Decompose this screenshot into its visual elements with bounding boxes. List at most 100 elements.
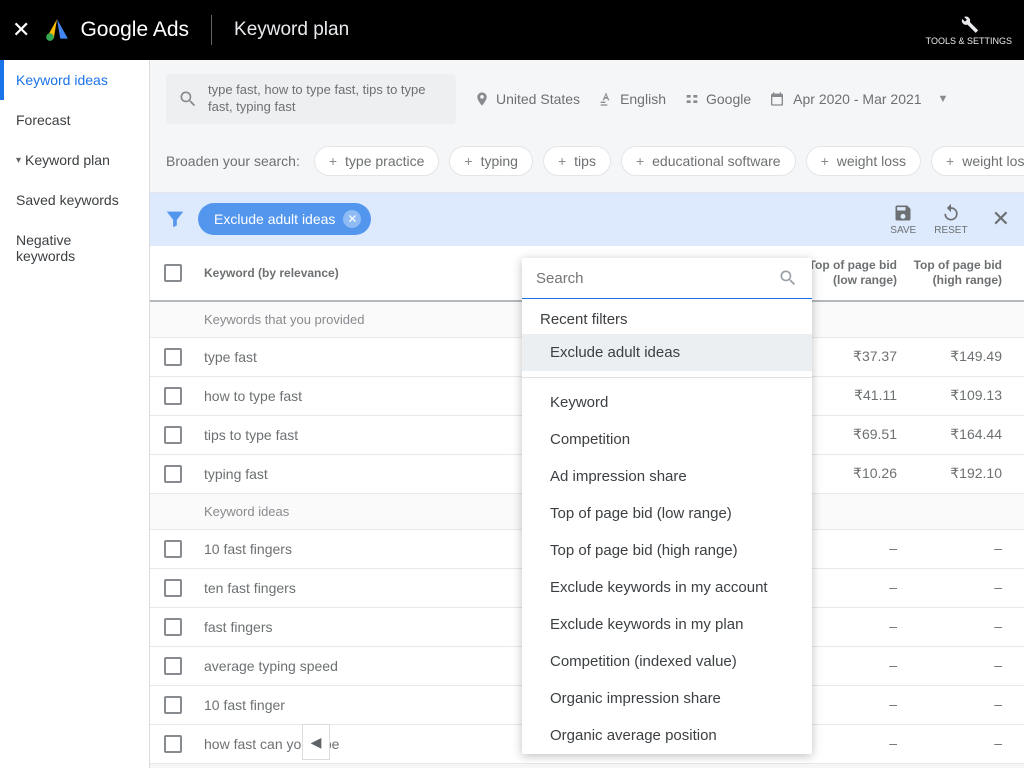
filter-dropdown-popup: Recent filters Exclude adult ideas Keywo… — [522, 258, 812, 754]
row-checkbox[interactable] — [164, 657, 182, 675]
dropdown-caret-icon: ▼ — [938, 93, 949, 105]
tools-settings-button[interactable]: TOOLS & SETTINGS — [926, 13, 1012, 47]
row-checkbox[interactable] — [164, 348, 182, 366]
brand-name: Google Ads — [80, 18, 189, 42]
row-checkbox[interactable] — [164, 387, 182, 405]
save-icon — [893, 203, 913, 223]
broaden-chip[interactable]: +typing — [449, 146, 533, 176]
high-bid-cell: ₹164.44 — [905, 426, 1010, 444]
broaden-row: Broaden your search: +type practice +typ… — [150, 136, 1024, 193]
collapse-sidebar-tab[interactable]: ◀ — [302, 724, 330, 760]
filter-option[interactable]: Ad impression share — [522, 458, 812, 495]
row-checkbox[interactable] — [164, 579, 182, 597]
top-bar: ✕ Google Ads Keyword plan TOOLS & SETTIN… — [0, 0, 1024, 60]
high-bid-cell: – — [905, 696, 1010, 714]
network-selector[interactable]: Google — [684, 91, 751, 107]
high-bid-cell: ₹192.10 — [905, 465, 1010, 483]
plus-icon: + — [946, 153, 954, 169]
translate-icon — [598, 91, 614, 107]
location-pin-icon — [474, 91, 490, 107]
reset-button[interactable]: RESET — [934, 203, 967, 236]
keyword-cell: 10 fast finger — [194, 697, 365, 713]
col-low-bid-header[interactable]: Top of page bid (low range) — [800, 258, 905, 288]
remove-filter-icon[interactable]: ✕ — [343, 210, 361, 228]
filter-search-field[interactable] — [522, 258, 812, 299]
plus-icon: + — [636, 153, 644, 169]
filter-search-input[interactable] — [536, 270, 778, 287]
low-bid-cell: – — [800, 579, 905, 597]
high-bid-cell: – — [905, 618, 1010, 636]
keyword-cell: typing fast — [194, 466, 365, 482]
filter-option[interactable]: Exclude keywords in my plan — [522, 606, 812, 643]
filter-option[interactable]: Exclude keywords in my account — [522, 569, 812, 606]
low-bid-cell: – — [800, 540, 905, 558]
low-bid-cell: ₹41.11 — [800, 387, 905, 405]
caret-down-icon: ▾ — [16, 155, 21, 166]
search-icon — [178, 89, 198, 109]
keyword-cell: type fast — [194, 349, 365, 365]
col-high-bid-header[interactable]: Top of page bid (high range) — [905, 258, 1010, 288]
col-keyword-header[interactable]: Keyword (by relevance) — [194, 266, 365, 280]
row-checkbox[interactable] — [164, 696, 182, 714]
sidebar-item-forecast[interactable]: Forecast — [0, 100, 149, 140]
search-query-text: type fast, how to type fast, tips to typ… — [208, 82, 444, 116]
plus-icon: + — [821, 153, 829, 169]
broaden-chip[interactable]: +educational software — [621, 146, 796, 176]
filter-option[interactable]: Top of page bid (high range) — [522, 532, 812, 569]
low-bid-cell: – — [800, 696, 905, 714]
sidebar-item-keyword-ideas[interactable]: Keyword ideas — [0, 60, 149, 100]
save-button[interactable]: SAVE — [890, 203, 916, 236]
close-icon[interactable]: ✕ — [12, 17, 30, 43]
broaden-chip[interactable]: +tips — [543, 146, 611, 176]
calendar-icon — [769, 91, 785, 107]
recent-filters-label: Recent filters — [522, 299, 812, 334]
low-bid-cell: – — [800, 735, 905, 753]
active-filter-pill[interactable]: Exclude adult ideas ✕ — [198, 203, 371, 235]
plus-icon: + — [329, 153, 337, 169]
tools-label: TOOLS & SETTINGS — [926, 37, 1012, 47]
broaden-chip[interactable]: +weight loss diets — [931, 146, 1024, 176]
keyword-cell: how to type fast — [194, 388, 365, 404]
wrench-icon — [958, 13, 980, 35]
row-checkbox[interactable] — [164, 540, 182, 558]
search-icon — [778, 268, 798, 288]
high-bid-cell: – — [905, 657, 1010, 675]
broaden-chip[interactable]: +type practice — [314, 146, 440, 176]
low-bid-cell: – — [800, 618, 905, 636]
plus-icon: + — [558, 153, 566, 169]
row-checkbox[interactable] — [164, 735, 182, 753]
sidebar-item-saved-keywords[interactable]: Saved keywords — [0, 180, 149, 220]
filter-option[interactable]: Organic impression share — [522, 680, 812, 717]
plus-icon: + — [464, 153, 472, 169]
keyword-cell: 10 fast fingers — [194, 541, 365, 557]
date-range-picker[interactable]: Apr 2020 - Mar 2021 ▼ — [769, 91, 948, 107]
keyword-search-box[interactable]: type fast, how to type fast, tips to typ… — [166, 74, 456, 124]
row-checkbox[interactable] — [164, 465, 182, 483]
broaden-chip[interactable]: +weight loss — [806, 146, 921, 176]
select-all-checkbox[interactable] — [164, 264, 182, 282]
filter-option[interactable]: Competition (indexed value) — [522, 643, 812, 680]
location-selector[interactable]: United States — [474, 91, 580, 107]
broaden-label: Broaden your search: — [166, 153, 300, 169]
close-filter-bar-icon[interactable]: ✕ — [992, 206, 1010, 232]
low-bid-cell: – — [800, 657, 905, 675]
high-bid-cell: – — [905, 540, 1010, 558]
filter-icon[interactable] — [164, 208, 186, 230]
row-checkbox[interactable] — [164, 618, 182, 636]
topbar-divider — [211, 15, 212, 45]
high-bid-cell: ₹109.13 — [905, 387, 1010, 405]
filter-option-exclude-adult[interactable]: Exclude adult ideas — [522, 334, 812, 371]
sidebar-item-keyword-plan[interactable]: ▾Keyword plan — [0, 140, 149, 180]
filter-option[interactable]: Competition — [522, 421, 812, 458]
network-icon — [684, 91, 700, 107]
filter-option[interactable]: Keyword — [522, 384, 812, 421]
row-checkbox[interactable] — [164, 426, 182, 444]
low-bid-cell: ₹37.37 — [800, 348, 905, 366]
filter-option[interactable]: Organic average position — [522, 717, 812, 754]
keyword-cell: tips to type fast — [194, 427, 365, 443]
high-bid-cell: ₹149.49 — [905, 348, 1010, 366]
low-bid-cell: ₹10.26 — [800, 465, 905, 483]
language-selector[interactable]: English — [598, 91, 666, 107]
filter-option[interactable]: Top of page bid (low range) — [522, 495, 812, 532]
sidebar-item-negative-keywords[interactable]: Negative keywords — [0, 220, 149, 276]
